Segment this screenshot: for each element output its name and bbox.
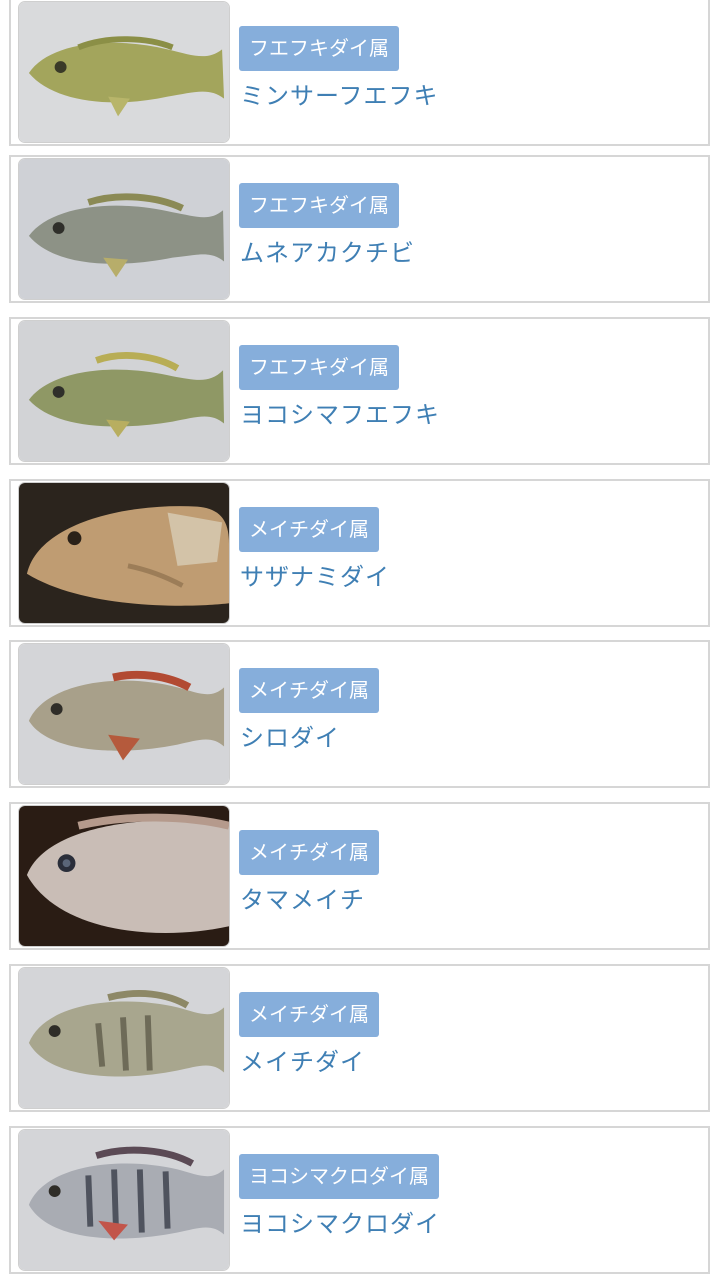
- species-name[interactable]: メイチダイ: [240, 1042, 365, 1077]
- species-name[interactable]: サザナミダイ: [240, 557, 390, 592]
- species-name[interactable]: シロダイ: [240, 718, 340, 753]
- fish-card-sazanamidai[interactable]: メイチダイ属 サザナミダイ: [9, 479, 710, 627]
- fish-photo: [18, 320, 230, 462]
- genus-badge: メイチダイ属: [239, 507, 379, 552]
- fish-photo: [18, 643, 230, 785]
- fish-photo: [18, 1129, 230, 1271]
- fish-list: フエフキダイ属 ミンサーフエフキ フエフキダイ属 ムネアカクチビ フエフキダイ属…: [0, 0, 720, 1279]
- fish-card-minsaafuefuki[interactable]: フエフキダイ属 ミンサーフエフキ: [9, 0, 710, 146]
- species-name[interactable]: タマメイチ: [240, 880, 365, 915]
- species-name[interactable]: ミンサーフエフキ: [240, 76, 439, 111]
- fish-card-yokoshimafuefuki[interactable]: フエフキダイ属 ヨコシマフエフキ: [9, 317, 710, 465]
- fish-photo: [18, 805, 230, 947]
- fish-card-tamameichi[interactable]: メイチダイ属 タマメイチ: [9, 802, 710, 950]
- fish-photo: [18, 158, 230, 300]
- genus-badge: フエフキダイ属: [239, 345, 399, 390]
- genus-badge: メイチダイ属: [239, 992, 379, 1037]
- species-name[interactable]: ヨコシマフエフキ: [240, 395, 440, 430]
- fish-card-meichidai[interactable]: メイチダイ属 メイチダイ: [9, 964, 710, 1112]
- genus-badge: ヨコシマクロダイ属: [239, 1154, 439, 1199]
- fish-photo: [18, 482, 230, 624]
- genus-badge: メイチダイ属: [239, 830, 379, 875]
- fish-photo: [18, 967, 230, 1109]
- fish-photo: [18, 1, 230, 143]
- genus-badge: フエフキダイ属: [239, 26, 399, 71]
- fish-card-yokoshimakurodai[interactable]: ヨコシマクロダイ属 ヨコシマクロダイ: [9, 1126, 710, 1274]
- species-name[interactable]: ヨコシマクロダイ: [240, 1204, 440, 1239]
- genus-badge: フエフキダイ属: [239, 183, 399, 228]
- fish-card-muneakakuchibi[interactable]: フエフキダイ属 ムネアカクチビ: [9, 155, 710, 303]
- genus-badge: メイチダイ属: [239, 668, 379, 713]
- fish-card-shirodai[interactable]: メイチダイ属 シロダイ: [9, 640, 710, 788]
- species-name[interactable]: ムネアカクチビ: [240, 233, 415, 268]
